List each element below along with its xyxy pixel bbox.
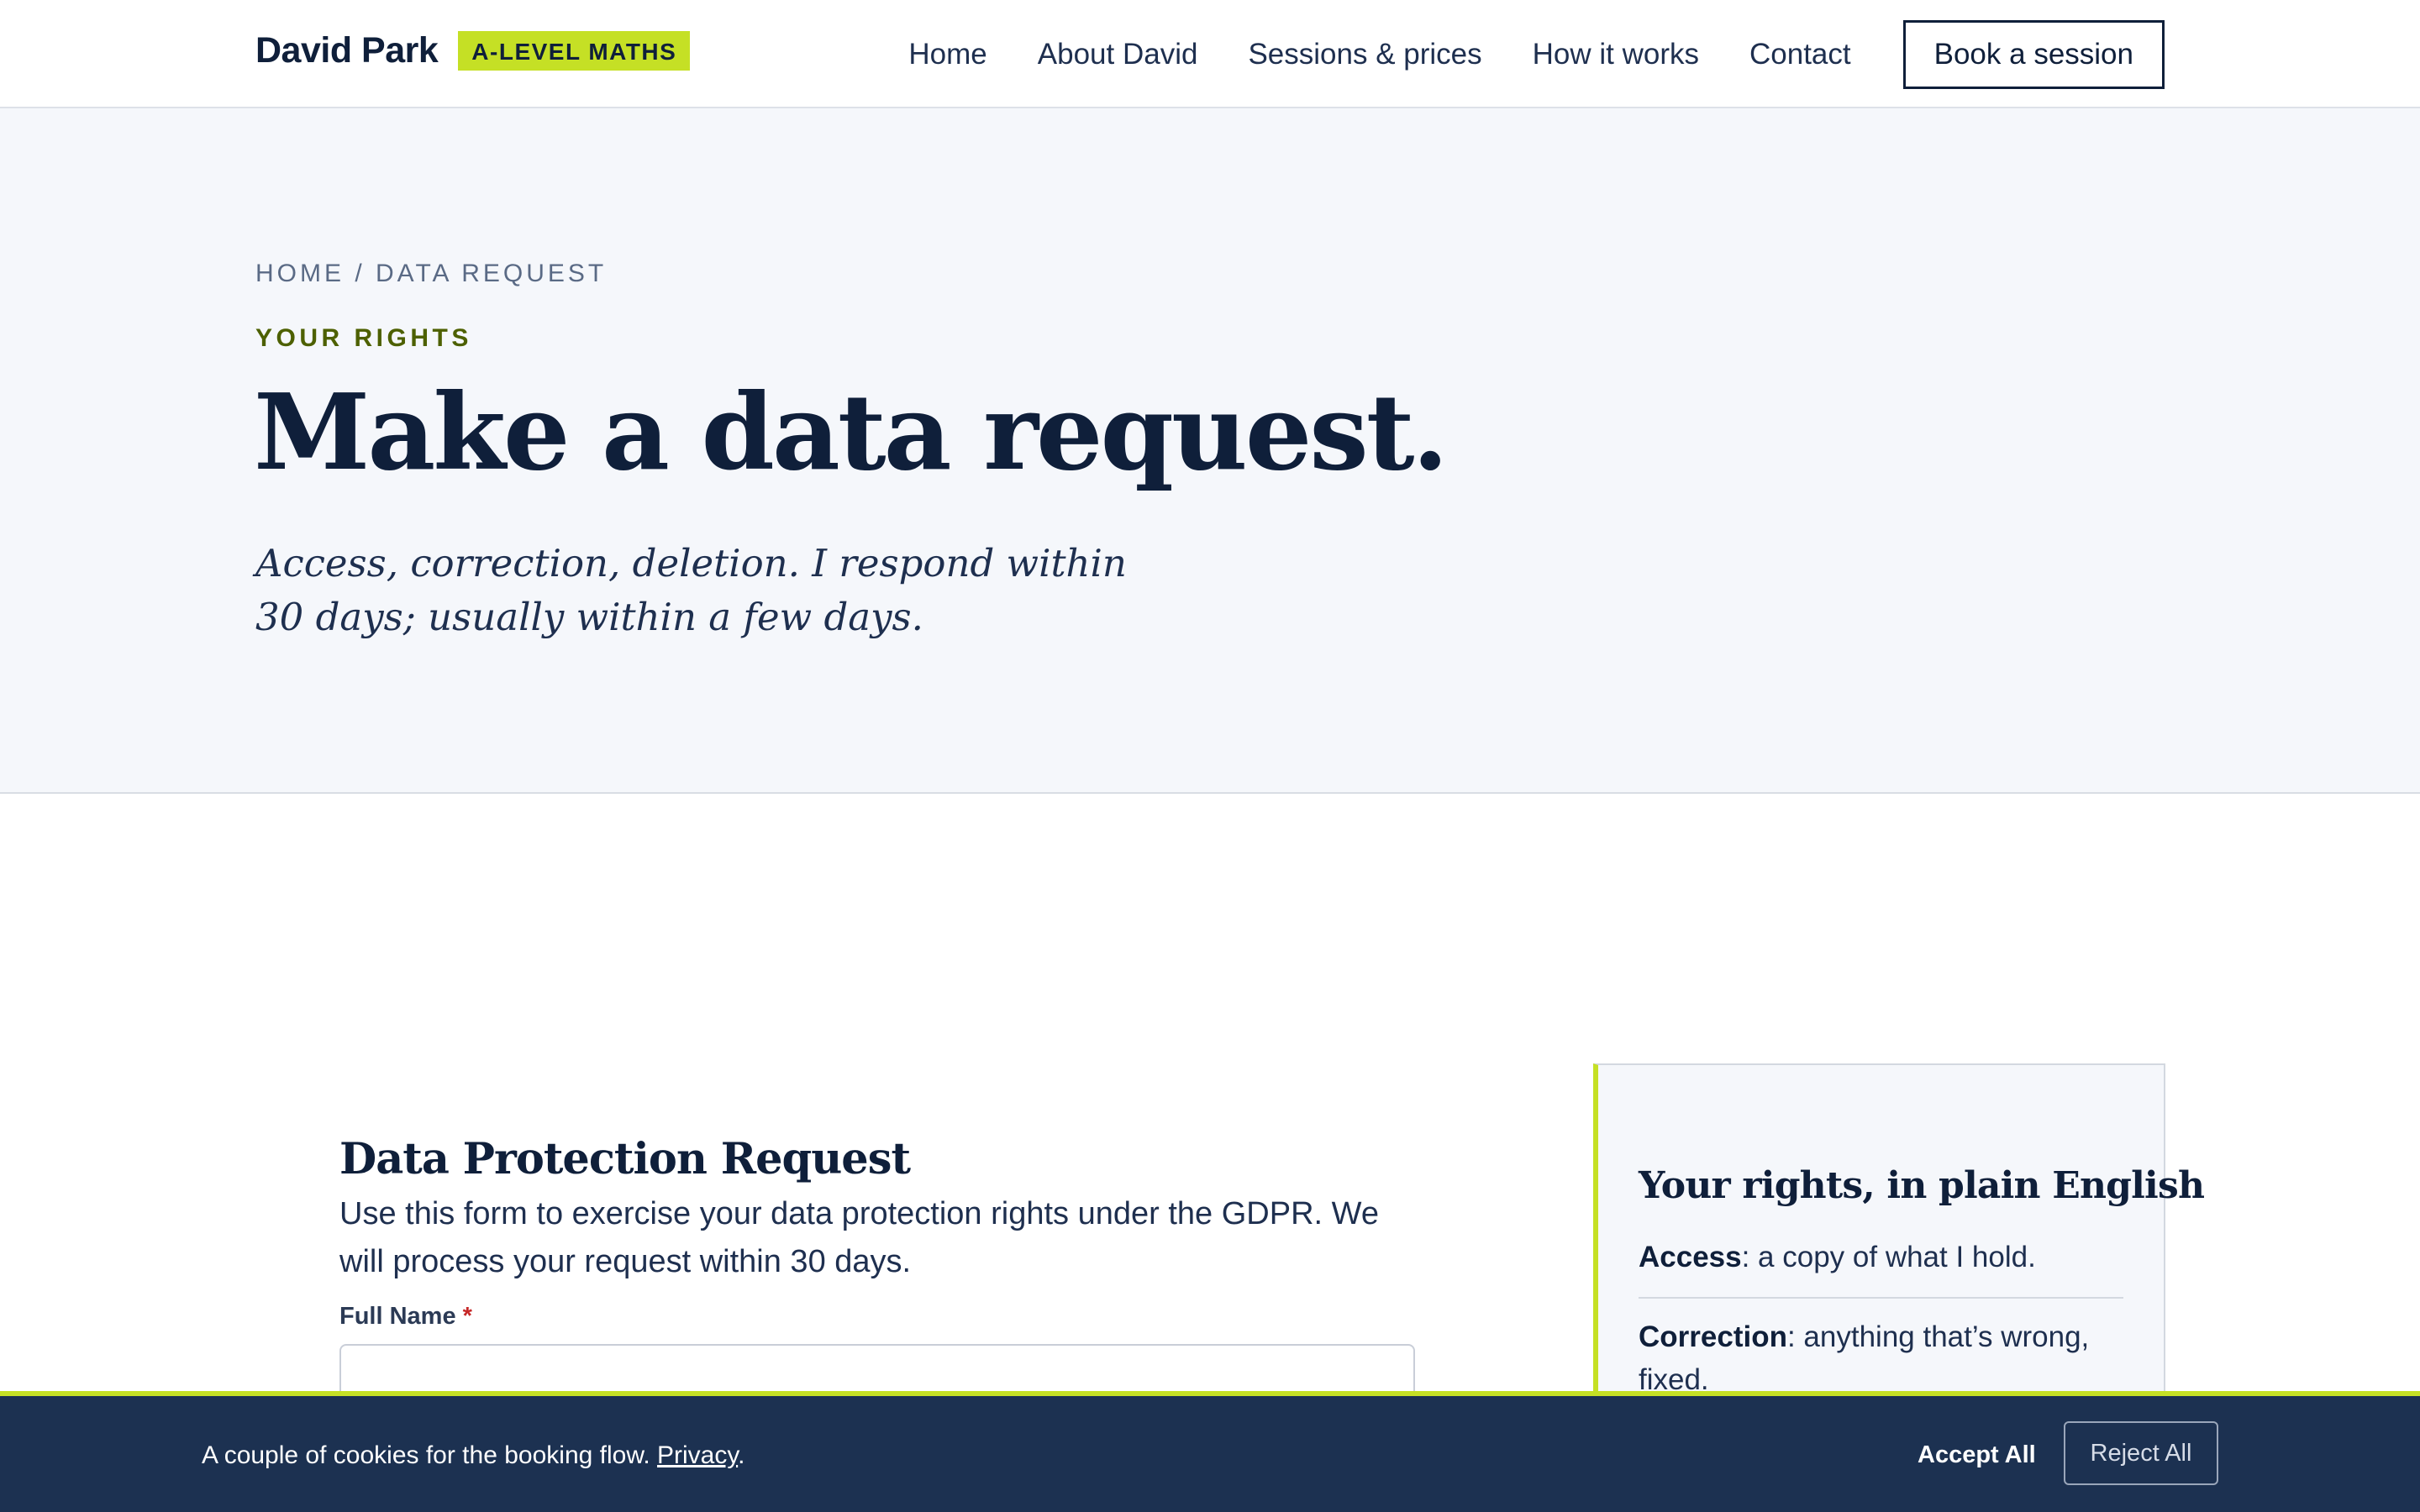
brand-badge: A-LEVEL MATHS <box>458 30 691 71</box>
rights-term: Correction <box>1639 1320 1787 1353</box>
nav-contact[interactable]: Contact <box>1749 38 1851 71</box>
eyebrow: YOUR RIGHTS <box>255 324 472 352</box>
cookie-message: A couple of cookies for the booking flow… <box>202 1441 744 1470</box>
brand[interactable]: David Park A-LEVEL MATHS <box>255 30 691 71</box>
nav-sessions-prices[interactable]: Sessions & prices <box>1248 38 1481 71</box>
cookie-period: . <box>738 1441 745 1469</box>
full-name-label-text: Full Name <box>339 1303 456 1331</box>
full-name-label: Full Name * <box>339 1303 1415 1331</box>
book-session-button[interactable]: Book a session <box>1902 19 2165 89</box>
privacy-link[interactable]: Privacy <box>657 1441 738 1469</box>
hero: HOME / DATA REQUEST YOUR RIGHTS Make a d… <box>0 108 2420 794</box>
reject-all-button[interactable]: Reject All <box>2064 1421 2218 1485</box>
nav-home[interactable]: Home <box>908 38 986 71</box>
cookie-text: A couple of cookies for the booking flow… <box>202 1441 658 1469</box>
rights-term: Access <box>1639 1240 1742 1273</box>
brand-name: David Park <box>255 30 439 71</box>
rights-title: Your rights, in plain English <box>1639 1164 2205 1207</box>
site-header: David Park A-LEVEL MATHS Home About Davi… <box>0 0 2420 108</box>
form-description: Use this form to exercise your data prot… <box>339 1196 1379 1280</box>
form-title: Data Protection Request <box>339 1134 911 1184</box>
cookie-banner: A couple of cookies for the booking flow… <box>0 1391 2420 1512</box>
rights-item-access: Access: a copy of what I hold. <box>1639 1219 2123 1299</box>
hero-subtitle: Access, correction, deletion. I respond … <box>255 541 1127 639</box>
main-nav: Home About David Sessions & prices How i… <box>908 0 2165 108</box>
nav-how-it-works[interactable]: How it works <box>1533 38 1699 71</box>
page-title: Make a data request. <box>254 371 1449 494</box>
accept-all-button[interactable]: Accept All <box>1918 1441 2036 1469</box>
nav-about-david[interactable]: About David <box>1038 38 1198 71</box>
breadcrumb: HOME / DATA REQUEST <box>255 260 608 287</box>
rights-desc: : a copy of what I hold. <box>1741 1240 2036 1273</box>
required-mark: * <box>462 1303 472 1331</box>
data-request-form: Data Protection Request Use this form to… <box>339 1134 1415 1415</box>
